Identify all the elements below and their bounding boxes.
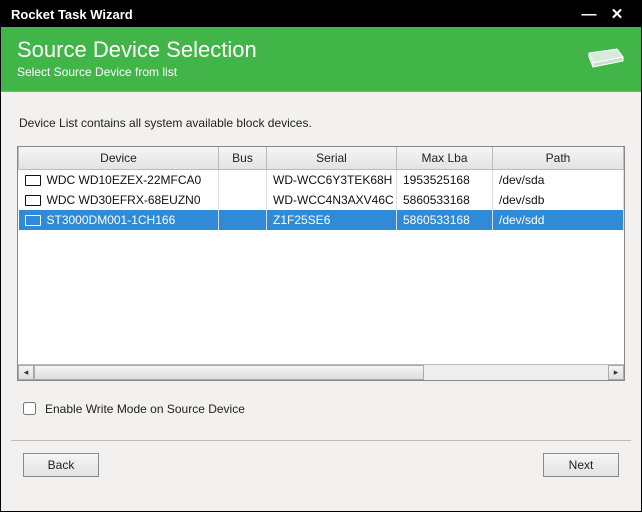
cell-device-text: ST3000DM001-1CH166 <box>47 213 176 227</box>
table-row[interactable]: WDC WD10EZEX-22MFCA0 WD-WCC6Y3TEK68H 19535… <box>19 170 624 191</box>
table-row[interactable]: ST3000DM001-1CH166 Z1F25SE6 5860533168/dev… <box>19 210 624 230</box>
scroll-left-arrow[interactable]: ◂ <box>18 365 34 380</box>
next-button[interactable]: Next <box>543 453 619 477</box>
table-row[interactable]: WDC WD30EFRX-68EUZN0 WD-WCC4N3AXV46C 58605… <box>19 190 624 210</box>
cell-path-text: /dev/sdb <box>499 193 544 207</box>
window-title: Rocket Task Wizard <box>11 7 133 22</box>
cell-device: ST3000DM001-1CH166 <box>19 210 219 230</box>
cell-maxlba: 5860533168 <box>397 210 493 230</box>
cell-serial: Z1F25SE6 <box>267 210 397 230</box>
cell-serial: WD-WCC6Y3TEK68H <box>267 170 397 191</box>
scroll-track[interactable] <box>34 365 608 380</box>
write-mode-label: Enable Write Mode on Source Device <box>45 402 245 416</box>
column-header-maxlba[interactable]: Max Lba <box>397 147 493 170</box>
drive-icon <box>25 215 41 226</box>
wizard-header: Source Device Selection Select Source De… <box>1 27 641 92</box>
cell-bus <box>219 210 267 230</box>
titlebar: Rocket Task Wizard — ✕ <box>1 1 641 27</box>
write-mode-checkbox[interactable] <box>23 402 36 415</box>
cell-serial-text: Z1F25SE6 <box>273 213 330 227</box>
cell-device: WDC WD10EZEX-22MFCA0 <box>19 170 219 191</box>
back-button[interactable]: Back <box>23 453 99 477</box>
hard-drive-icon <box>585 45 625 71</box>
column-header-path[interactable]: Path <box>493 147 624 170</box>
cell-device-text: WDC WD10EZEX-22MFCA0 <box>47 173 202 187</box>
cell-bus <box>219 190 267 210</box>
cell-bus <box>219 170 267 191</box>
column-header-bus[interactable]: Bus <box>219 147 267 170</box>
wizard-footer: Back Next <box>1 441 641 491</box>
cell-serial-text: WD-WCC4N3AXV46C <box>273 193 394 207</box>
page-title: Source Device Selection <box>17 37 257 63</box>
cell-path: /dev/sdd <box>493 210 624 230</box>
drive-icon <box>25 195 41 206</box>
page-subtitle: Select Source Device from list <box>17 65 257 79</box>
column-header-device[interactable]: Device <box>19 147 219 170</box>
cell-maxlba: 1953525168 <box>397 170 493 191</box>
close-button[interactable]: ✕ <box>603 5 631 23</box>
device-table[interactable]: Device Bus Serial Max Lba Path WDC WD10E… <box>18 147 624 230</box>
cell-maxlba: 5860533168 <box>397 190 493 210</box>
write-mode-checkbox-row[interactable]: Enable Write Mode on Source Device <box>19 399 623 418</box>
horizontal-scrollbar[interactable]: ◂ ▸ <box>18 364 624 380</box>
cell-maxlba-text: 5860533168 <box>403 193 470 207</box>
column-header-serial[interactable]: Serial <box>267 147 397 170</box>
drive-icon <box>25 175 41 186</box>
cell-maxlba-text: 5860533168 <box>403 213 470 227</box>
cell-device: WDC WD30EFRX-68EUZN0 <box>19 190 219 210</box>
cell-path: /dev/sda <box>493 170 624 191</box>
cell-maxlba-text: 1953525168 <box>403 173 470 187</box>
cell-serial: WD-WCC4N3AXV46C <box>267 190 397 210</box>
scroll-thumb[interactable] <box>34 365 424 380</box>
description-text: Device List contains all system availabl… <box>19 116 625 130</box>
device-table-container: Device Bus Serial Max Lba Path WDC WD10E… <box>17 146 625 381</box>
minimize-button[interactable]: — <box>575 6 603 23</box>
cell-path-text: /dev/sdd <box>499 213 544 227</box>
cell-path: /dev/sdb <box>493 190 624 210</box>
cell-device-text: WDC WD30EFRX-68EUZN0 <box>47 193 201 207</box>
cell-serial-text: WD-WCC6Y3TEK68H <box>273 173 392 187</box>
scroll-right-arrow[interactable]: ▸ <box>608 365 624 380</box>
cell-path-text: /dev/sda <box>499 173 544 187</box>
